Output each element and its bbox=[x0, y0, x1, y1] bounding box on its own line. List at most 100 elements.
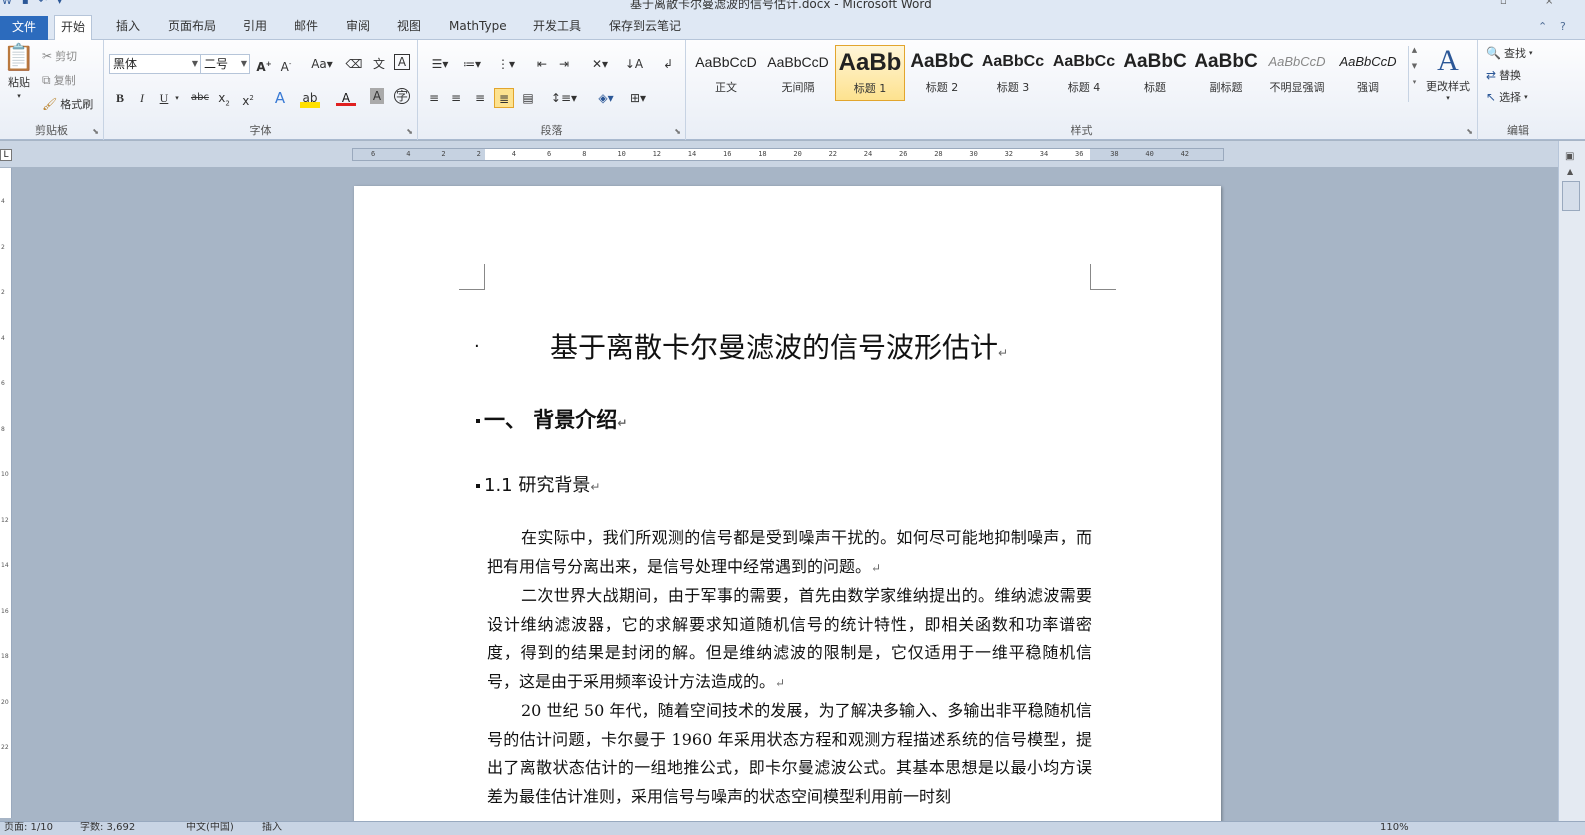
chevron-down-icon[interactable]: ▾ bbox=[172, 88, 182, 108]
shading-icon[interactable]: ◈▾ bbox=[592, 88, 620, 108]
style-heading-2[interactable]: AaBbC 标题 2 bbox=[908, 45, 976, 101]
close-window-icon[interactable]: × bbox=[1545, 0, 1553, 7]
style-normal[interactable]: AaBbCcD 正文 bbox=[692, 45, 760, 101]
tab-selector-icon[interactable]: L bbox=[0, 149, 12, 161]
increase-indent-icon[interactable]: ⇥ bbox=[554, 54, 574, 74]
decrease-indent-icon[interactable]: ⇤ bbox=[532, 54, 552, 74]
chevron-down-icon[interactable]: ▼ bbox=[1409, 62, 1420, 70]
subscript-icon[interactable]: x2 bbox=[214, 88, 234, 108]
save-icon[interactable]: ▪ bbox=[22, 0, 29, 8]
paragraph[interactable]: 在实际中，我们所观测的信号都是受到噪声干扰的。如何尽可能地抑制噪声，而把有用信号… bbox=[487, 524, 1092, 582]
font-family-combo[interactable]: 黑体 ▼ bbox=[109, 54, 201, 74]
replace-button[interactable]: ⇄ 替换 bbox=[1486, 67, 1521, 83]
style-emphasis[interactable]: AaBbCcD 强调 bbox=[1334, 45, 1402, 101]
dialog-launcher-icon[interactable]: ⬊ bbox=[1466, 127, 1473, 136]
tab-insert[interactable]: 插入 bbox=[110, 15, 146, 40]
grow-font-icon[interactable]: A+ bbox=[254, 54, 274, 74]
word-count[interactable]: 字数: 3,692 bbox=[80, 822, 135, 834]
restore-window-icon[interactable]: ▫ bbox=[1500, 0, 1507, 7]
more-styles-icon[interactable]: ▾ bbox=[1409, 78, 1420, 86]
horizontal-ruler[interactable]: 6 4 2 2 4 6 8 10 12 14 16 18 20 22 24 26 28 30 32 34 36 38 40 4… bbox=[352, 148, 1224, 161]
style-subtle-emphasis[interactable]: AaBbCcD 不明显强调 bbox=[1263, 45, 1331, 101]
line-spacing-icon[interactable]: ↕≡▾ bbox=[550, 88, 578, 108]
clear-format-icon[interactable]: ⌫ bbox=[344, 54, 364, 74]
change-styles-button[interactable]: A 更改样式 ▾ bbox=[1422, 44, 1474, 102]
language-indicator[interactable]: 中文(中国) bbox=[186, 822, 234, 834]
style-heading-1[interactable]: AaBb 标题 1 bbox=[835, 45, 905, 101]
chevron-up-icon[interactable]: ▲ bbox=[1567, 167, 1573, 176]
show-marks-icon[interactable]: ↲ bbox=[658, 54, 678, 74]
italic-icon[interactable]: I bbox=[132, 88, 152, 108]
justify-icon[interactable]: ≣ bbox=[494, 88, 514, 108]
dialog-launcher-icon[interactable]: ⬊ bbox=[674, 127, 681, 136]
page-count[interactable]: 页面: 1/10 bbox=[4, 822, 53, 834]
tab-mailings[interactable]: 邮件 bbox=[288, 15, 324, 40]
font-size-combo[interactable]: 二号 ▼ bbox=[200, 54, 250, 74]
paragraph[interactable]: 20 世纪 50 年代，随着空间技术的发展，为了解决多输入、多输出非平稳随机信号… bbox=[487, 697, 1092, 811]
tab-references[interactable]: 引用 bbox=[237, 15, 273, 40]
chevron-up-icon[interactable]: ▲ bbox=[1409, 46, 1420, 54]
text-effects-icon[interactable]: A bbox=[270, 88, 290, 108]
bold-icon[interactable]: B bbox=[110, 88, 130, 108]
undo-icon[interactable]: ↶ bbox=[39, 0, 47, 8]
strikethrough-icon[interactable]: abc bbox=[188, 88, 212, 108]
tab-developer[interactable]: 开发工具 bbox=[527, 15, 587, 40]
change-case-icon[interactable]: Aa▾ bbox=[308, 54, 336, 74]
superscript-icon[interactable]: x2 bbox=[238, 88, 258, 108]
document-page[interactable]: · 基于离散卡尔曼滤波的信号波形估计↵ 一、 背景介绍↵ 1.1 研究背景↵ 在… bbox=[354, 186, 1221, 826]
style-no-spacing[interactable]: AaBbCcD 无间隔 bbox=[764, 45, 832, 101]
minimize-ribbon-icon[interactable]: ⌃ bbox=[1538, 20, 1547, 33]
vertical-ruler[interactable]: 4 2 2 4 6 8 10 12 14 16 18 20 22 bbox=[0, 168, 12, 818]
ruler-toggle-icon[interactable]: ▣ bbox=[1565, 151, 1574, 162]
scroll-thumb[interactable] bbox=[1562, 181, 1580, 211]
copy-button[interactable]: ⧉ 复制 bbox=[42, 72, 76, 88]
phonetic-guide-icon[interactable]: 文 bbox=[369, 54, 389, 74]
tab-mathtype[interactable]: MathType bbox=[443, 15, 513, 40]
align-center-icon[interactable]: ≡ bbox=[446, 88, 466, 108]
tab-review[interactable]: 审阅 bbox=[340, 15, 376, 40]
chinese-layout-icon[interactable]: ✕▾ bbox=[586, 54, 614, 74]
sort-icon[interactable]: ↓A bbox=[624, 54, 644, 74]
borders-icon[interactable]: ⊞▾ bbox=[624, 88, 652, 108]
multilevel-list-icon[interactable]: ⋮▾ bbox=[492, 54, 520, 74]
numbering-icon[interactable]: ≔▾ bbox=[458, 54, 486, 74]
tab-home[interactable]: 开始 bbox=[54, 15, 93, 41]
shrink-font-icon[interactable]: A- bbox=[276, 54, 296, 74]
style-title[interactable]: AaBbC 标题 bbox=[1121, 45, 1189, 101]
tab-page-layout[interactable]: 页面布局 bbox=[162, 15, 222, 40]
styles-gallery-scroll[interactable]: ▲ ▼ ▾ bbox=[1408, 46, 1420, 102]
word-logo-icon[interactable]: W bbox=[2, 0, 12, 8]
style-heading-3[interactable]: AaBbCc 标题 3 bbox=[979, 45, 1047, 101]
char-border-icon[interactable]: A bbox=[394, 54, 410, 70]
align-right-icon[interactable]: ≡ bbox=[470, 88, 490, 108]
insert-mode[interactable]: 插入 bbox=[262, 822, 282, 834]
help-icon[interactable]: ? bbox=[1560, 20, 1566, 33]
find-button[interactable]: 🔍 查找 ▾ bbox=[1486, 45, 1532, 61]
style-subtitle[interactable]: AaBbC 副标题 bbox=[1192, 45, 1260, 101]
tab-cloud-notes[interactable]: 保存到云笔记 bbox=[603, 15, 687, 40]
distributed-icon[interactable]: ▤ bbox=[518, 88, 538, 108]
font-color-icon[interactable]: A bbox=[336, 88, 356, 106]
chevron-down-icon[interactable]: ▼ bbox=[192, 55, 198, 73]
paste-button[interactable]: 📋 粘贴 ▾ bbox=[3, 44, 35, 100]
char-shading-icon[interactable]: A bbox=[370, 88, 384, 104]
format-painter-button[interactable]: 🖌 格式刷 bbox=[42, 96, 93, 112]
heading-1[interactable]: 一、 背景介绍↵ bbox=[476, 404, 627, 434]
zoom-level[interactable]: 110% bbox=[1380, 822, 1409, 834]
cut-button[interactable]: ✂ 剪切 bbox=[42, 48, 77, 64]
paragraph[interactable]: 二次世界大战期间，由于军事的需要，首先由数学家维纳提出的。维纳滤波需要设计维纳滤… bbox=[487, 582, 1092, 697]
document-body[interactable]: 在实际中，我们所观测的信号都是受到噪声干扰的。如何尽可能地抑制噪声，而把有用信号… bbox=[487, 524, 1092, 811]
underline-icon[interactable]: U bbox=[154, 88, 174, 108]
style-heading-4[interactable]: AaBbCc 标题 4 bbox=[1050, 45, 1118, 101]
dialog-launcher-icon[interactable]: ⬊ bbox=[406, 127, 413, 136]
select-button[interactable]: ↖ 选择 ▾ bbox=[1486, 89, 1528, 105]
chevron-down-icon[interactable]: ▼ bbox=[241, 55, 247, 73]
align-left-icon[interactable]: ≡ bbox=[424, 88, 444, 108]
tab-file[interactable]: 文件 bbox=[0, 16, 48, 40]
highlight-icon[interactable]: ab bbox=[300, 88, 320, 108]
tab-view[interactable]: 视图 bbox=[391, 15, 427, 40]
customize-qa-icon[interactable]: ▾ bbox=[57, 0, 62, 8]
heading-2[interactable]: 1.1 研究背景↵ bbox=[476, 471, 600, 497]
bullets-icon[interactable]: ☰▾ bbox=[426, 54, 454, 74]
enclose-char-icon[interactable]: 字 bbox=[394, 88, 410, 104]
